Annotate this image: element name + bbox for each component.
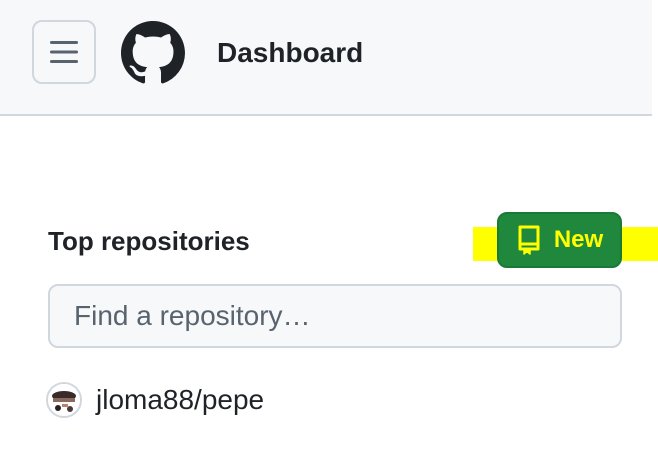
find-repository-input[interactable]	[48, 284, 622, 348]
repo-icon	[518, 225, 540, 255]
menu-button[interactable]	[32, 20, 96, 84]
github-logo-icon[interactable]	[121, 21, 185, 85]
repository-link[interactable]: jloma88/pepe	[96, 382, 264, 418]
new-button-label: New	[553, 226, 604, 253]
repository-list-item[interactable]: jloma88/pepe	[46, 382, 264, 418]
hamburger-menu-icon	[50, 41, 78, 63]
top-header: Dashboard	[0, 0, 652, 116]
page-title: Dashboard	[217, 37, 364, 68]
top-repositories-heading: Top repositories	[48, 226, 250, 256]
user-avatar	[46, 382, 82, 418]
new-repository-button[interactable]: New	[497, 212, 622, 268]
